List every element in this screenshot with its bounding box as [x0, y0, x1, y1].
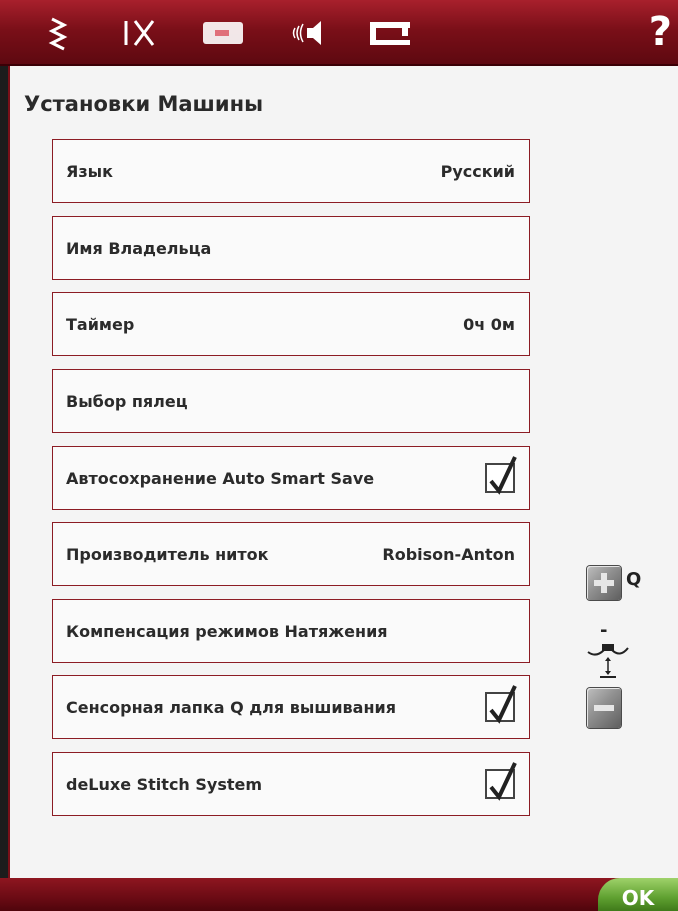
- auto-save-checkbox[interactable]: [485, 456, 517, 495]
- ok-button[interactable]: OK: [598, 878, 678, 911]
- help-icon[interactable]: ?: [649, 8, 672, 56]
- setting-owner-name[interactable]: Имя Владельца: [52, 216, 530, 280]
- scissors-icon[interactable]: [120, 10, 160, 56]
- setting-tension-compensation[interactable]: Компенсация режимов Натяжения: [52, 599, 530, 663]
- setting-label: Таймер: [66, 314, 135, 334]
- stitch-icon[interactable]: [44, 10, 74, 56]
- presser-foot-icon: [586, 640, 630, 680]
- setting-timer[interactable]: Таймер 0ч 0м: [52, 292, 530, 356]
- setting-label: deLuxe Stitch System: [66, 774, 263, 794]
- page-title: Установки Машины: [24, 92, 264, 116]
- setting-label: Имя Владельца: [66, 238, 212, 258]
- setting-value: 0ч 0м: [463, 314, 515, 334]
- setting-hoop-selection[interactable]: Выбор пялец: [52, 369, 530, 433]
- sensor-q-foot-checkbox[interactable]: [485, 685, 517, 724]
- foot-up-button[interactable]: [587, 566, 621, 600]
- foot-q-label: Q: [626, 569, 642, 590]
- setting-label: Язык: [66, 161, 113, 181]
- setting-label: Производитель ниток: [66, 544, 269, 564]
- machine-settings-icon[interactable]: [200, 10, 246, 56]
- setting-value: Русский: [440, 161, 515, 181]
- setting-auto-save[interactable]: Автосохранение Auto Smart Save: [52, 446, 530, 510]
- sound-icon[interactable]: [290, 10, 330, 56]
- setting-value: Robison-Anton: [382, 544, 515, 564]
- setting-label: Компенсация режимов Натяжения: [66, 621, 388, 641]
- top-toolbar: ?: [0, 0, 678, 66]
- setting-label: Выбор пялец: [66, 391, 188, 411]
- foot-down-button[interactable]: [587, 688, 621, 728]
- setting-label: Автосохранение Auto Smart Save: [66, 468, 375, 488]
- setting-language[interactable]: Язык Русский: [52, 139, 530, 203]
- foot-minus-label: -: [600, 620, 608, 641]
- setting-deluxe-stitch[interactable]: deLuxe Stitch System: [52, 752, 530, 816]
- bottom-bar: [0, 878, 678, 911]
- setting-thread-brand[interactable]: Производитель ниток Robison-Anton: [52, 522, 530, 586]
- setting-label: Сенсорная лапка Q для вышивания: [66, 697, 396, 717]
- sewing-machine-icon[interactable]: [368, 10, 412, 56]
- deluxe-stitch-checkbox[interactable]: [485, 762, 517, 801]
- setting-sensor-q-foot[interactable]: Сенсорная лапка Q для вышивания: [52, 675, 530, 739]
